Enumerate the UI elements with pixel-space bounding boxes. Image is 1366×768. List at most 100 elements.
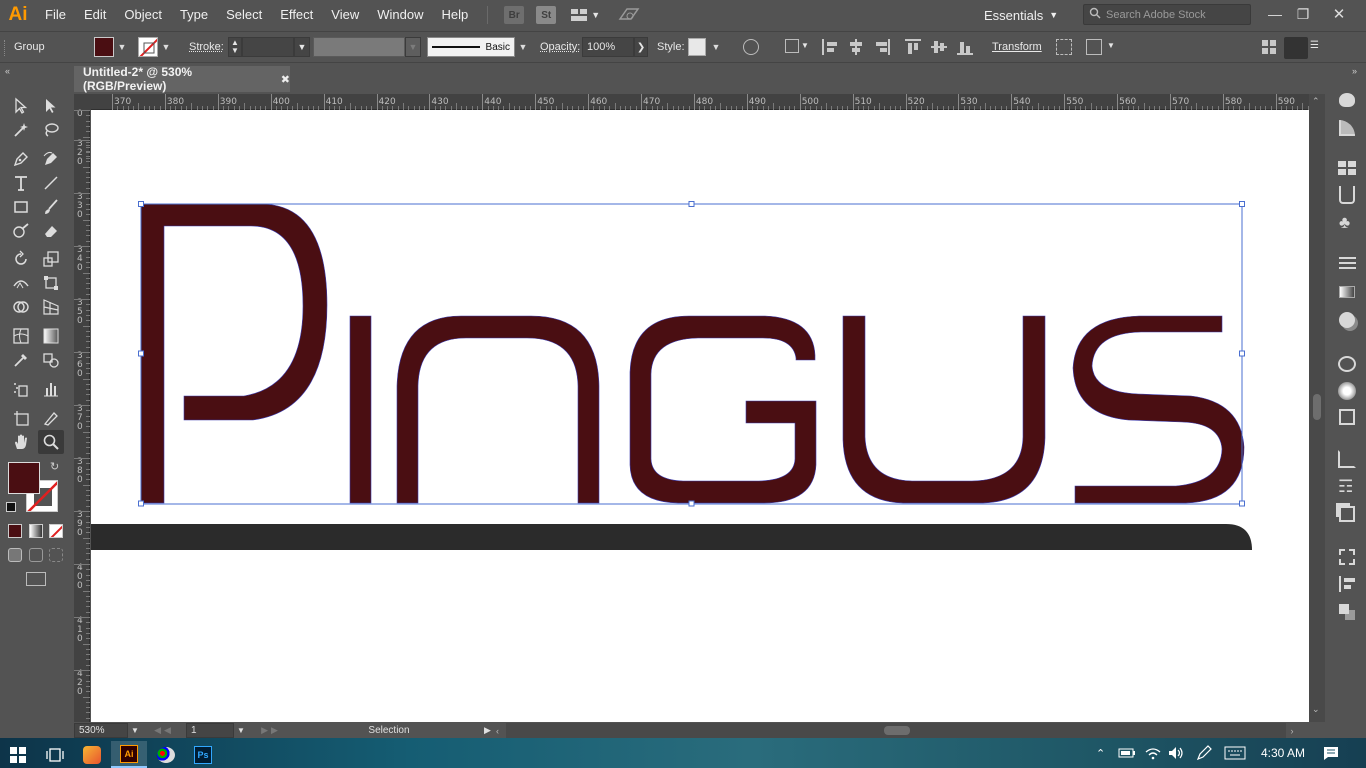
fill-control[interactable]: ▼ (94, 32, 128, 62)
align-panel-icon[interactable] (1339, 576, 1355, 592)
handle-bottom-center[interactable] (688, 500, 695, 507)
chevron-down-icon[interactable]: ▼ (294, 37, 310, 57)
status-menu-icon[interactable]: ▶ (484, 725, 496, 736)
letter-u[interactable] (842, 315, 1046, 504)
gradient-mode-icon[interactable] (29, 524, 43, 538)
symbol-sprayer-tool-icon[interactable] (8, 377, 34, 401)
photoshop-taskbar-icon[interactable]: Ps (185, 741, 221, 768)
blend-tool-icon[interactable] (38, 348, 64, 372)
chevron-right-icon[interactable]: ❯ (634, 37, 648, 57)
action-center-icon[interactable] (1322, 738, 1340, 768)
mesh-tool-icon[interactable] (8, 324, 34, 348)
draw-normal-icon[interactable] (8, 548, 22, 562)
gradient-panel-icon[interactable] (1339, 286, 1355, 298)
letter-p[interactable] (140, 203, 328, 504)
arrange-documents-icon[interactable]: ▼ (570, 8, 600, 22)
eraser-tool-icon[interactable] (38, 219, 64, 243)
stroke-weight-field[interactable] (242, 37, 294, 57)
handle-middle-right[interactable] (1239, 350, 1245, 357)
properties-toggle-icon[interactable] (1284, 37, 1308, 59)
stroke-label[interactable]: Stroke: (189, 32, 224, 62)
artboard-tool-icon[interactable] (8, 406, 34, 430)
graphic-style-control[interactable]: ▼ (688, 32, 724, 62)
handle-bottom-right[interactable] (1239, 500, 1245, 507)
scroll-right-icon[interactable]: › (1286, 726, 1298, 736)
color-panel-icon[interactable] (1339, 93, 1355, 107)
transform-link[interactable]: Transform (992, 32, 1042, 62)
graphic-styles-icon[interactable] (1338, 382, 1356, 400)
swatches-icon[interactable] (1338, 161, 1356, 175)
menu-view[interactable]: View (322, 0, 368, 30)
chevron-down-icon[interactable]: ▼ (234, 726, 248, 735)
brush-definition[interactable]: Basic ▼ (427, 32, 531, 62)
magic-wand-tool-icon[interactable] (8, 118, 34, 142)
asset-export-icon[interactable] (1339, 409, 1355, 425)
menu-select[interactable]: Select (217, 0, 271, 30)
free-transform-tool-icon[interactable] (38, 271, 64, 295)
pathfinder-icon[interactable] (1339, 604, 1355, 620)
menu-object[interactable]: Object (115, 0, 171, 30)
default-fill-stroke-icon[interactable] (6, 502, 16, 512)
menu-effect[interactable]: Effect (271, 0, 322, 30)
vertical-ruler[interactable]: 0 3 2 0 3 3 0 3 4 0 3 5 0 3 6 0 3 7 0 3 8 0 3 9 … (74, 110, 90, 722)
scroll-up-icon[interactable]: ⌃ (1312, 96, 1320, 107)
pen-ink-icon[interactable] (1196, 738, 1212, 768)
fill-swatch[interactable] (94, 37, 114, 57)
appearance-icon[interactable] (1338, 356, 1356, 372)
expand-panels-icon[interactable]: » (1352, 66, 1357, 76)
previous-artboard-icon[interactable]: ◀◀ (142, 725, 186, 736)
swap-fill-stroke-icon[interactable]: ↻ (50, 460, 59, 473)
brushes-icon[interactable] (1339, 186, 1355, 204)
none-mode-icon[interactable] (49, 524, 63, 538)
ruler-origin[interactable] (74, 94, 91, 110)
selection-tool-icon[interactable] (8, 94, 34, 118)
stroke-panel-icon[interactable] (1339, 257, 1356, 269)
variable-width-profile[interactable]: ▼ (313, 32, 421, 62)
gpu-performance-icon[interactable] (618, 6, 640, 25)
zoom-tool-icon[interactable] (38, 430, 64, 454)
color-mode-icon[interactable] (8, 524, 22, 538)
handle-top-right[interactable] (1239, 201, 1245, 207)
recolor-artwork-icon[interactable] (743, 39, 759, 55)
menu-type[interactable]: Type (171, 0, 217, 30)
change-screen-mode-icon[interactable] (26, 572, 46, 586)
search-stock-field[interactable] (1083, 4, 1251, 25)
stroke-swatch[interactable] (138, 37, 158, 57)
perspective-grid-tool-icon[interactable] (38, 295, 64, 319)
symbols-icon[interactable]: ♣ (1339, 214, 1350, 232)
menu-window[interactable]: Window (368, 0, 432, 30)
menu-file[interactable]: File (36, 0, 75, 30)
type-tool-icon[interactable] (8, 171, 34, 195)
store-app-icon[interactable] (74, 741, 110, 768)
arrange-panels-icon[interactable] (1261, 39, 1277, 55)
vertical-scrollbar[interactable]: ⌃ ⌄ (1309, 94, 1325, 722)
graphic-style-swatch[interactable] (688, 38, 706, 56)
column-graph-tool-icon[interactable] (38, 377, 64, 401)
clock[interactable]: 4:30 AM (1261, 738, 1305, 768)
letter-s[interactable] (1072, 315, 1245, 504)
opacity-label[interactable]: Opacity: (540, 32, 580, 62)
scroll-left-icon[interactable]: ‹ (496, 726, 506, 736)
gradient-tool-icon[interactable] (38, 324, 64, 348)
handle-top-left[interactable] (138, 201, 144, 207)
align-horizontal-center-icon[interactable] (848, 39, 864, 55)
close-window-button[interactable]: ✕ (1327, 3, 1351, 25)
align-left-icon[interactable] (822, 39, 838, 55)
align-vertical-center-icon[interactable] (931, 39, 947, 55)
export-icon[interactable] (1338, 450, 1356, 468)
stroke-control[interactable]: ▼ (138, 32, 172, 62)
handle-bottom-left[interactable] (138, 500, 144, 507)
horizontal-scroll-thumb[interactable] (884, 726, 910, 735)
stock-button[interactable]: St (536, 6, 557, 24)
document-tab[interactable]: Untitled-2* @ 530% (RGB/Preview) ✖ (74, 65, 290, 93)
task-view-icon[interactable] (37, 741, 73, 768)
slice-tool-icon[interactable] (38, 406, 64, 430)
rectangle-tool-icon[interactable] (8, 195, 34, 219)
collapse-panel-icon[interactable]: « (5, 66, 10, 76)
scale-tool-icon[interactable] (38, 247, 64, 271)
direct-selection-tool-icon[interactable] (38, 94, 64, 118)
align-top-icon[interactable] (905, 39, 921, 55)
width-tool-icon[interactable] (8, 271, 34, 295)
show-hidden-icons[interactable]: ⌃ (1096, 738, 1112, 768)
horizontal-scrollbar[interactable] (506, 723, 1286, 738)
